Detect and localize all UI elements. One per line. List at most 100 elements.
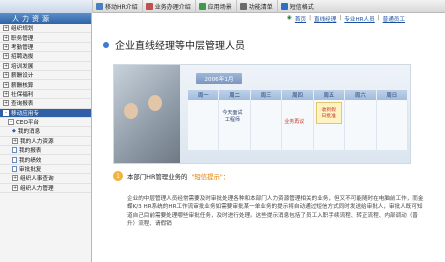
sidebar-item-label: 我的人力资源 — [20, 138, 54, 145]
sidebar-item-position[interactable]: + 职务管理 — [0, 33, 91, 43]
breadcrumb-home[interactable]: 首页 — [295, 15, 306, 23]
location-icon: ◉ — [286, 15, 292, 21]
main-content: ◉ 首页 | 直线经理 | 专业HR人员 | 普通员工 企业直线经理等中层管理人… — [93, 13, 445, 262]
tab-sms-format[interactable]: 短信格式 — [276, 0, 318, 13]
section-paragraph: 企业的中层管理人员经常需要及时审批处理各种和本部门人力资源管理相关的业务，但又不… — [127, 196, 424, 228]
sidebar-item-org-query[interactable]: + 组织人事查询 — [0, 174, 91, 184]
tab-label: 应用场景 — [207, 4, 232, 11]
document-icon — [12, 147, 17, 154]
tab-business-intro[interactable]: 业务办理介绍 — [141, 0, 195, 13]
expand-icon[interactable]: + — [3, 34, 9, 41]
expand-icon[interactable]: + — [3, 62, 9, 69]
expand-icon[interactable]: + — [3, 53, 9, 60]
collapse-icon[interactable]: - — [8, 119, 14, 126]
sidebar-item-approvals[interactable]: 审批批复 — [0, 165, 91, 175]
sidebar-item-label: 社保福利 — [11, 91, 34, 98]
calendar-day: 周日 — [377, 90, 408, 100]
tab-mobile-hr-intro[interactable]: 移动HR介绍 — [92, 0, 142, 13]
breadcrumb-employee[interactable]: 普通员工 — [383, 15, 405, 23]
sidebar-item-my-performance[interactable]: 我的绩效 — [0, 155, 91, 165]
expand-icon[interactable]: + — [12, 184, 18, 191]
breadcrumb-separator: | — [309, 15, 311, 21]
sidebar-item-recruitment[interactable]: + 招聘选拔 — [0, 52, 91, 62]
expand-icon[interactable]: + — [3, 43, 9, 50]
sidebar-item-ceo-platform[interactable]: - CEO平台 — [0, 118, 91, 128]
tab-label: 功能清单 — [248, 4, 273, 11]
calendar-cell — [377, 100, 408, 150]
expand-icon[interactable]: + — [3, 81, 9, 88]
sidebar-title: 人力资源 — [0, 13, 91, 24]
sidebar-item-org-planning[interactable]: + 组织规划 — [0, 24, 91, 34]
sidebar-item-label: 组织规划 — [11, 26, 34, 33]
people-photo — [114, 65, 180, 163]
breadcrumb-line-manager[interactable]: 直线经理 — [314, 15, 336, 23]
sidebar-item-attendance[interactable]: + 考勤管理 — [0, 43, 91, 53]
collapse-icon[interactable]: - — [3, 109, 9, 116]
sidebar-item-my-hr[interactable]: + 我的人力资源 — [0, 137, 91, 147]
calendar-banner: 2006年1月 周一 周二 周三 周四 周五 周六 周日 今天面试 工程师 业务… — [113, 64, 411, 164]
sidebar-item-label: 薪酬设计 — [11, 73, 34, 80]
sidebar-item-label: 组织人事查询 — [20, 176, 54, 183]
calendar-event: 今天面试 工程师 — [222, 110, 243, 123]
calendar-header: 周一 周二 周三 周四 周五 周六 周日 — [188, 90, 408, 100]
sidebar-item-label: 培训发展 — [11, 63, 34, 70]
mobile-icon — [96, 3, 103, 10]
sidebar-item-label: 我的消息 — [17, 129, 41, 136]
section-title-text: 本部门HR管理业务的 — [127, 172, 188, 181]
tab-label: 移动HR介绍 — [105, 4, 138, 11]
triangle-icon: ◆ — [12, 128, 16, 135]
calendar-cell — [188, 100, 220, 150]
sidebar-item-label: 我的报表 — [19, 148, 42, 155]
scene-icon — [198, 3, 206, 10]
sidebar-item-label: 考勤管理 — [11, 44, 34, 51]
sidebar-item-my-reports[interactable]: 我的报表 — [0, 146, 91, 156]
calendar-cell: 收到假 日批准 — [314, 100, 346, 150]
sidebar-list: + 组织规划 + 职务管理 + 考勤管理 + 招聘选拔 + 培训发展 + 薪酬设计 + 薪酬核… — [0, 24, 91, 194]
sidebar-item-label: 我的绩效 — [19, 157, 42, 164]
page-title-text: 企业直线经理等中层管理人员 — [115, 41, 245, 52]
expand-icon[interactable]: + — [3, 72, 9, 79]
calendar-day: 周三 — [251, 90, 283, 100]
expand-icon[interactable]: + — [3, 100, 9, 107]
sms-icon — [280, 3, 288, 10]
sidebar: 人力资源 + 组织规划 + 职务管理 + 考勤管理 + 招聘选拔 + 培训发展 + 薪酬设计… — [0, 13, 92, 262]
calendar-event-highlight: 收到假 日批准 — [315, 102, 342, 124]
top-tabs: 移动HR介绍 业务办理介绍 应用场景 功能清单 短信格式 — [92, 0, 318, 13]
sidebar-item-training[interactable]: + 培训发展 — [0, 62, 91, 71]
sidebar-item-label: 审批批复 — [19, 167, 42, 174]
person-head — [148, 95, 162, 111]
top-left-panel — [0, 0, 92, 13]
sidebar-item-label: 薪酬核算 — [11, 82, 34, 89]
sidebar-item-org-manage[interactable]: + 组织人力管理 — [0, 184, 91, 194]
expand-icon[interactable]: + — [3, 25, 9, 32]
sidebar-item-reports[interactable]: + 查询报表 — [0, 99, 91, 109]
breadcrumb-hr-staff[interactable]: 专业HR人员 — [344, 15, 374, 23]
sidebar-item-label: CEO平台 — [16, 120, 40, 127]
top-bar: 移动HR介绍 业务办理介绍 应用场景 功能清单 短信格式 — [0, 0, 445, 13]
sidebar-item-label: 组织人力管理 — [20, 185, 54, 192]
page-title: 企业直线经理等中层管理人员 — [103, 37, 245, 52]
sidebar-item-benefits[interactable]: + 社保福利 — [0, 90, 91, 100]
tab-scenarios[interactable]: 应用场景 — [194, 0, 236, 13]
expand-icon[interactable]: + — [12, 137, 18, 144]
sidebar-item-mobile[interactable]: - 移动应用专 — [0, 108, 91, 118]
sidebar-item-salary-design[interactable]: + 薪酬设计 — [0, 71, 91, 81]
document-icon — [12, 166, 17, 173]
expand-icon[interactable]: + — [12, 175, 18, 182]
calendar-day: 周二 — [219, 90, 251, 100]
calendar-body: 今天面试 工程师 业务再议 收到假 日批准 — [188, 100, 408, 150]
breadcrumb-separator: | — [339, 15, 342, 21]
calendar-day: 周五 — [314, 90, 346, 100]
calendar-event: 业务再议 — [284, 119, 305, 125]
document-icon — [12, 156, 17, 163]
expand-icon[interactable]: + — [3, 90, 9, 97]
list-icon — [239, 3, 247, 10]
tab-label: 短信格式 — [289, 4, 314, 11]
section-title-highlight: "短信提示"： — [191, 172, 230, 181]
calendar-day: 周四 — [282, 90, 314, 100]
calendar-month-label: 2006年1月 — [196, 73, 242, 84]
sidebar-item-payroll[interactable]: + 薪酬核算 — [0, 80, 91, 90]
calendar-cell: 今天面试 工程师 — [219, 100, 251, 150]
sidebar-item-my-messages[interactable]: ◆ 我的消息 — [0, 127, 91, 137]
tab-function-list[interactable]: 功能清单 — [235, 0, 277, 13]
